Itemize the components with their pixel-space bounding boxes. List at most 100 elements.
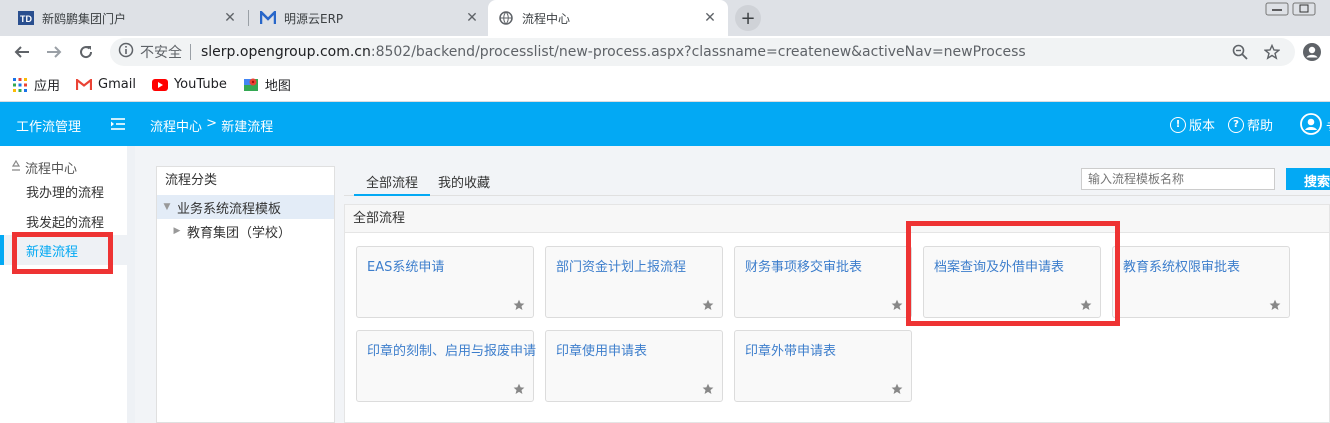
bookmark-youtube[interactable]: YouTube [151, 77, 227, 93]
globe-icon [498, 10, 514, 26]
process-card[interactable]: 印章使用申请表 [545, 330, 723, 402]
info-circle-icon: ! [1170, 116, 1186, 133]
breadcrumb-separator: > [202, 116, 222, 131]
close-tab-icon[interactable]: ✕ [702, 10, 718, 26]
profile-avatar-icon[interactable] [1300, 40, 1324, 64]
reload-icon[interactable] [74, 40, 98, 64]
favorite-star-icon[interactable] [1269, 299, 1281, 311]
address-divider [190, 44, 191, 60]
process-card-title[interactable]: 印章的刻制、启用与报废申请 [367, 340, 536, 359]
category-panel: 流程分类 ▼ 业务系统流程模板 ▶ 教育集团（学校） [156, 166, 335, 423]
version-label: 版本 [1189, 119, 1216, 134]
section-title: 全部流程 [345, 205, 1329, 233]
address-bar[interactable]: 不安全 slerp.opengroup.com.cn:8502/backend/… [110, 38, 1295, 66]
recycle-icon [10, 159, 22, 176]
favorite-star-icon[interactable] [513, 299, 525, 311]
process-card-title[interactable]: 财务事项移交审批表 [745, 256, 862, 275]
bookmark-gmail[interactable]: Gmail [76, 77, 136, 93]
m-logo-favicon [260, 10, 276, 26]
sidebar-item-label: 我发起的流程 [26, 215, 105, 231]
gmail-icon [76, 77, 93, 93]
sidebar-root[interactable]: 流程中心 [10, 158, 77, 177]
tree-node-label: 教育集团（学校） [187, 225, 292, 241]
caret-down-icon[interactable]: ▼ [161, 202, 173, 212]
breadcrumb: 流程中心 > 新建流程 [150, 116, 273, 135]
breadcrumb-item-new-process: 新建流程 [221, 120, 274, 135]
forward-arrow-icon[interactable] [42, 40, 66, 64]
annotation-highlight-box [906, 221, 1120, 326]
favorite-star-icon[interactable] [891, 383, 903, 395]
user-name: 专 [1326, 117, 1330, 136]
back-arrow-icon[interactable] [10, 40, 34, 64]
bookmark-label: YouTube [173, 77, 227, 92]
menu-toggle-icon[interactable] [110, 116, 126, 132]
process-section: 全部流程 EAS系统申请 部门资金计划上报流程 财务事项移交审批表 档案查询及外… [344, 204, 1330, 423]
tab-divider [248, 10, 249, 26]
tab-my-favorites[interactable]: 我的收藏 [438, 172, 490, 196]
favorite-star-icon[interactable] [702, 299, 714, 311]
bookmark-star-icon[interactable] [1260, 40, 1284, 64]
search-input[interactable] [1081, 168, 1275, 190]
help-link[interactable]: ? 帮助 [1228, 115, 1273, 134]
close-tab-icon[interactable]: ✕ [222, 10, 238, 26]
close-tab-icon[interactable]: ✕ [464, 10, 480, 26]
search-button[interactable]: 搜索 [1286, 168, 1330, 190]
process-card[interactable]: 印章的刻制、启用与报废申请 [356, 330, 536, 402]
restore-window-button[interactable] [1289, 0, 1319, 20]
process-card-title[interactable]: 部门资金计划上报流程 [556, 256, 686, 275]
bookmark-maps[interactable]: 地图 [243, 75, 291, 94]
sidebar-item-my-handled[interactable]: 我办理的流程 [0, 176, 127, 206]
bookmarks-bar: 应用 Gmail YouTube 地图 [0, 68, 1330, 102]
url-path: :8502/backend/processlist/new-process.as… [370, 44, 1026, 60]
category-header: 流程分类 [165, 173, 218, 188]
sidebar-root-label: 流程中心 [25, 162, 78, 177]
user-menu[interactable]: 专 [1300, 113, 1330, 139]
caret-right-icon[interactable]: ▶ [171, 226, 183, 236]
browser-tab-erp[interactable]: 明源云ERP ✕ [250, 0, 490, 36]
browser-tab-portal[interactable]: TD 新鸥鹏集团门户 ✕ [8, 0, 248, 36]
process-card-title[interactable]: 印章外带申请表 [745, 340, 836, 359]
zoom-icon[interactable] [1228, 40, 1252, 64]
process-card[interactable]: 财务事项移交审批表 [734, 246, 912, 318]
tab-title: 明源云ERP [284, 11, 344, 26]
url-host: slerp.opengroup.com.cn [201, 44, 371, 60]
favorite-star-icon[interactable] [891, 299, 903, 311]
tree-node-education-group[interactable]: ▶ 教育集团（学校） [157, 219, 334, 243]
minimize-window-button[interactable] [1262, 0, 1292, 20]
process-card[interactable]: EAS系统申请 [356, 246, 534, 318]
help-circle-icon: ? [1228, 116, 1244, 133]
browser-toolbar: 不安全 slerp.opengroup.com.cn:8502/backend/… [0, 36, 1330, 68]
td-favicon: TD [18, 10, 34, 26]
tree-node-business-templates[interactable]: ▼ 业务系统流程模板 [157, 195, 334, 219]
favorite-star-icon[interactable] [513, 383, 525, 395]
left-sidebar: 流程中心 我办理的流程 我发起的流程 新建流程 [0, 146, 135, 423]
breadcrumb-item-process-center[interactable]: 流程中心 [150, 116, 202, 135]
version-link[interactable]: ! 版本 [1170, 115, 1215, 134]
bookmark-label: 地图 [264, 79, 291, 94]
process-card-title[interactable]: 印章使用申请表 [556, 340, 647, 359]
process-card-title[interactable]: EAS系统申请 [367, 256, 444, 275]
app-title: 工作流管理 [16, 120, 82, 135]
new-tab-button[interactable]: + [735, 5, 761, 31]
tab-label: 我的收藏 [438, 176, 491, 191]
user-avatar-icon [1300, 113, 1322, 139]
svg-text:TD: TD [20, 14, 32, 24]
info-icon[interactable] [118, 42, 134, 62]
process-card[interactable]: 印章外带申请表 [734, 330, 912, 402]
tab-title: 新鸥鹏集团门户 [42, 11, 127, 26]
process-card[interactable]: 部门资金计划上报流程 [545, 246, 723, 318]
bookmark-label: 应用 [34, 79, 61, 94]
maps-icon [243, 77, 259, 93]
process-card[interactable]: 教育系统权限审批表 [1112, 246, 1290, 318]
tab-label: 全部流程 [366, 176, 419, 191]
browser-tab-active[interactable]: 流程中心 ✕ [488, 0, 728, 36]
tree-node-label: 业务系统流程模板 [177, 201, 282, 217]
annotation-highlight-box [12, 232, 113, 274]
process-card-title[interactable]: 教育系统权限审批表 [1123, 256, 1240, 275]
apps-grid-icon [12, 77, 28, 93]
tab-all-processes[interactable]: 全部流程 [354, 172, 431, 196]
bookmark-apps[interactable]: 应用 [12, 75, 60, 94]
browser-tab-bar: TD 新鸥鹏集团门户 ✕ 明源云ERP ✕ 流程中心 ✕ + [0, 0, 1330, 36]
favorite-star-icon[interactable] [702, 383, 714, 395]
tab-title: 流程中心 [522, 11, 571, 26]
